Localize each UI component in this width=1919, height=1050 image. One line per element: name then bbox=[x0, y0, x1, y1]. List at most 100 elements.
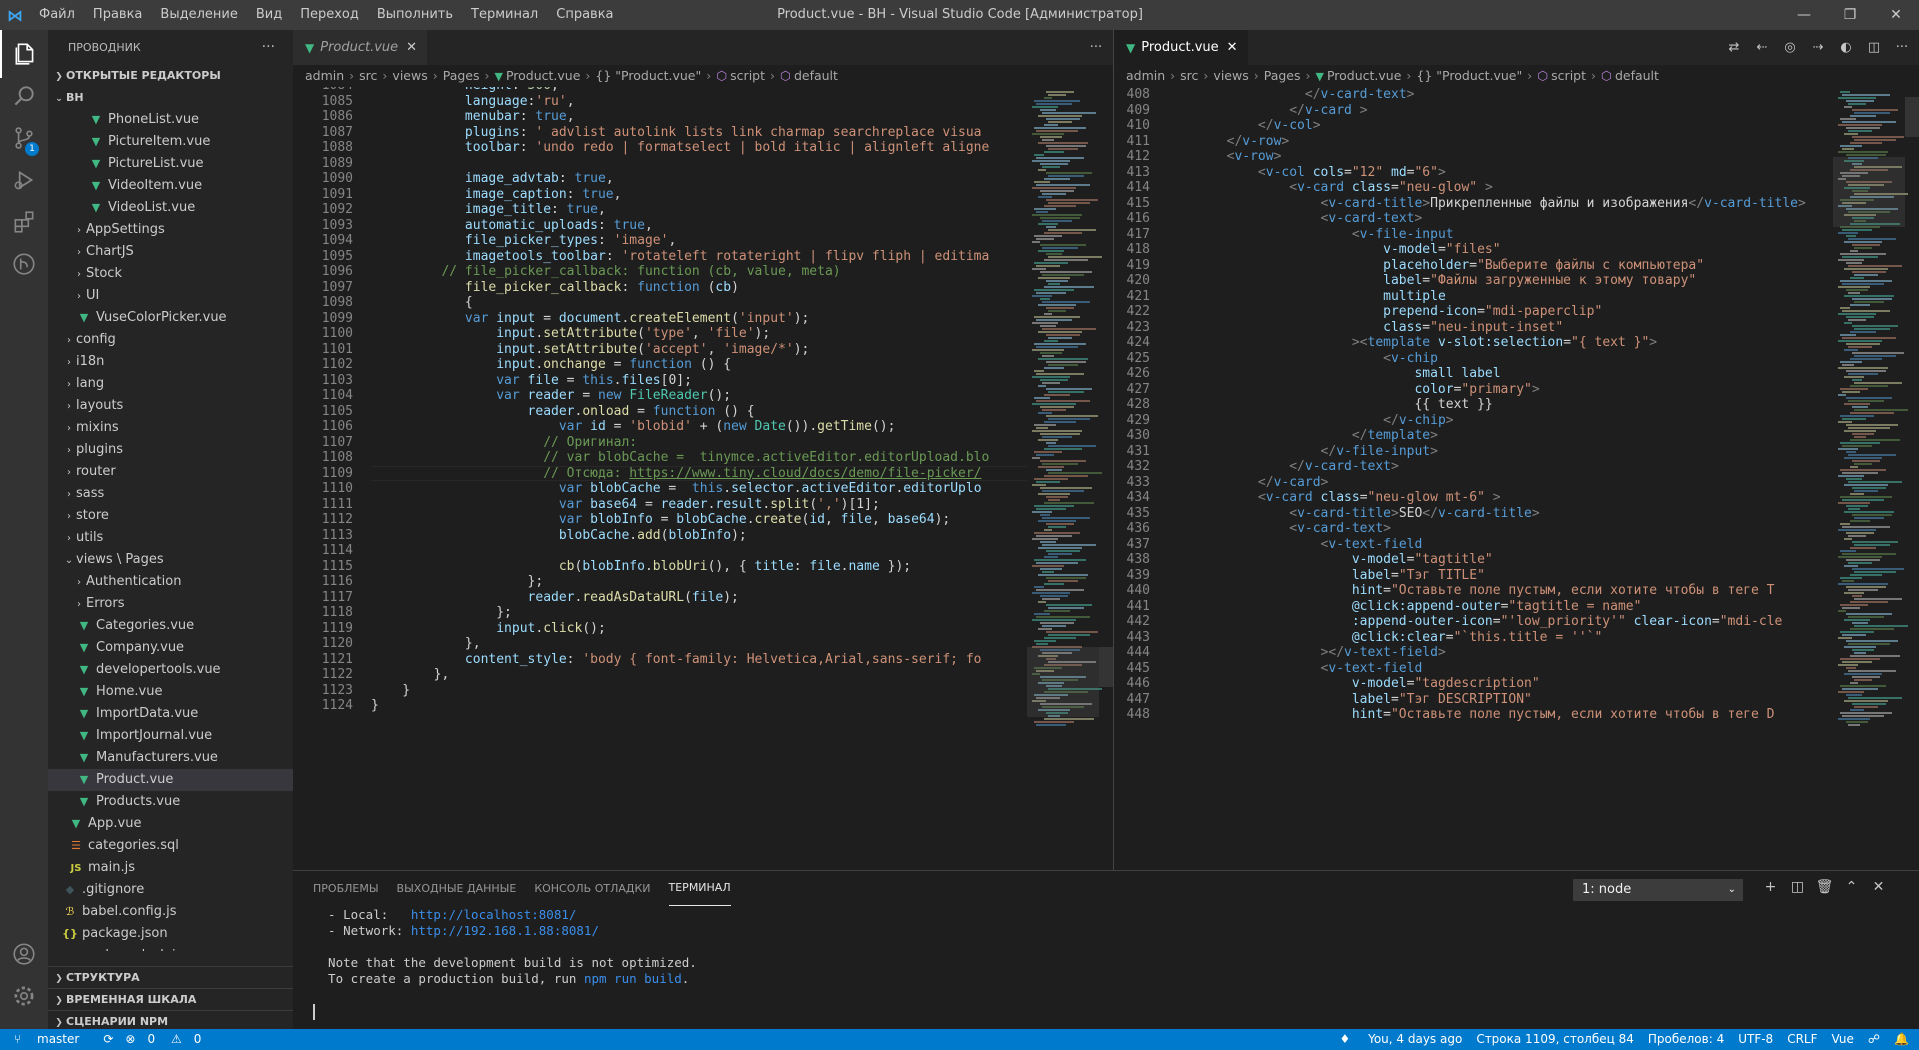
vertical-scrollbar[interactable] bbox=[1905, 97, 1919, 137]
tree-item[interactable]: ▼ Products.vue bbox=[48, 791, 293, 813]
code-area-left[interactable]: 1084 height: 500,1085 language:'ru',1086… bbox=[293, 87, 1113, 870]
tree-item[interactable]: › UI bbox=[48, 285, 293, 307]
tree-item[interactable]: ▼ VuseColorPicker.vue bbox=[48, 307, 293, 329]
end-of-line[interactable]: CRLF bbox=[1787, 1029, 1817, 1050]
code-area-right[interactable]: 408 </v-card-text> 409 </v-card >410 </v-… bbox=[1114, 87, 1919, 870]
close-tab-icon[interactable]: ✕ bbox=[1227, 40, 1238, 55]
cursor-position[interactable]: Строка 1109, столбец 84 bbox=[1476, 1029, 1634, 1050]
tree-item[interactable]: › AppSettings bbox=[48, 219, 293, 241]
panel-tab[interactable]: ПРОБЛЕМЫ bbox=[313, 871, 379, 906]
tree-item[interactable]: › lang bbox=[48, 373, 293, 395]
tree-item[interactable]: ℬbabel.config.js bbox=[48, 901, 293, 923]
tree-item[interactable]: ▼ Company.vue bbox=[48, 637, 293, 659]
breadcrumb-item[interactable]: src bbox=[359, 68, 377, 83]
more-actions-icon[interactable]: ··· bbox=[1087, 40, 1105, 55]
git-blame[interactable]: ♦ You, 4 days ago bbox=[1326, 1029, 1463, 1050]
live-share-icon[interactable]: ☍ bbox=[1868, 1029, 1880, 1050]
sync-icon[interactable]: ⟳ bbox=[103, 1029, 113, 1050]
tree-item[interactable]: ▼ VideoItem.vue bbox=[48, 175, 293, 197]
kill-terminal-icon[interactable]: 🗑 bbox=[1811, 879, 1838, 895]
tree-item[interactable]: ▼ PictureList.vue bbox=[48, 153, 293, 175]
tree-item[interactable]: ▼ ImportJournal.vue bbox=[48, 725, 293, 747]
tree-item[interactable]: › store bbox=[48, 505, 293, 527]
minimize-icon[interactable]: — bbox=[1781, 0, 1827, 30]
breadcrumb-item[interactable]: {} "Product.vue" bbox=[595, 68, 701, 83]
tree-item[interactable]: › Stock bbox=[48, 263, 293, 285]
problems-indicator[interactable]: ⊗ 0 ⚠ 0 bbox=[125, 1029, 213, 1050]
tree-item[interactable]: ▼ ImportData.vue bbox=[48, 703, 293, 725]
close-icon[interactable]: ✕ bbox=[1873, 0, 1919, 30]
split-terminal-icon[interactable]: ◫ bbox=[1784, 879, 1811, 895]
breadcrumb-item[interactable]: src bbox=[1180, 68, 1198, 83]
tree-item[interactable]: ▼ PictureItem.vue bbox=[48, 131, 293, 153]
tree-item[interactable]: › sass bbox=[48, 483, 293, 505]
breadcrumb-item[interactable]: Product.vue bbox=[506, 68, 580, 83]
breadcrumb-item[interactable]: views bbox=[1213, 68, 1248, 83]
sidebar-section[interactable]: ❯ СТРУКТУРА bbox=[48, 966, 293, 988]
search-icon[interactable] bbox=[0, 72, 48, 120]
language-mode[interactable]: Vue bbox=[1832, 1029, 1854, 1050]
open-changes-icon[interactable]: ⇄ bbox=[1725, 40, 1743, 55]
breadcrumb-item[interactable]: script bbox=[1551, 68, 1586, 83]
tree-item[interactable]: › i18n bbox=[48, 351, 293, 373]
more-actions-icon[interactable]: ··· bbox=[1893, 40, 1911, 55]
close-panel-icon[interactable]: ✕ bbox=[1865, 879, 1892, 895]
tree-item[interactable]: › router bbox=[48, 461, 293, 483]
open-editors-section[interactable]: ❯ ОТКРЫТЫЕ РЕДАКТОРЫ bbox=[48, 65, 293, 87]
split-editor-icon[interactable]: ◫ bbox=[1865, 40, 1883, 55]
menu-item[interactable]: Вид bbox=[247, 0, 291, 30]
sidebar-section[interactable]: ❯ ВРЕМЕННАЯ ШКАЛА bbox=[48, 988, 293, 1010]
settings-gear-icon[interactable] bbox=[0, 972, 48, 1020]
panel-tab[interactable]: ВЫХОДНЫЕ ДАННЫЕ bbox=[397, 871, 517, 906]
tree-item[interactable]: › layouts bbox=[48, 395, 293, 417]
tree-item[interactable]: {} package-lock.json bbox=[48, 945, 293, 951]
panel-tab[interactable]: КОНСОЛЬ ОТЛАДКИ bbox=[534, 871, 650, 906]
menu-item[interactable]: Выполнить bbox=[368, 0, 462, 30]
tree-item[interactable]: ▼ PhoneList.vue bbox=[48, 109, 293, 131]
menu-item[interactable]: Выделение bbox=[151, 0, 246, 30]
maximize-panel-icon[interactable]: ⌃ bbox=[1838, 879, 1865, 895]
tree-item[interactable]: ▼ Categories.vue bbox=[48, 615, 293, 637]
restore-icon[interactable]: ❐ bbox=[1827, 0, 1873, 30]
tree-item[interactable]: ▼ Manufacturers.vue bbox=[48, 747, 293, 769]
next-change-icon[interactable]: ⇢ bbox=[1809, 40, 1827, 55]
tree-item[interactable]: ◆ .gitignore bbox=[48, 879, 293, 901]
previous-change-icon[interactable]: ⇠ bbox=[1753, 40, 1771, 55]
breadcrumb-item[interactable]: default bbox=[1615, 68, 1659, 83]
run-debug-icon[interactable] bbox=[0, 156, 48, 204]
tree-item[interactable]: ▼ App.vue bbox=[48, 813, 293, 835]
toggle-blame-icon[interactable]: ◐ bbox=[1837, 40, 1855, 55]
terminal-output[interactable]: - Local: http://localhost:8081/ - Networ… bbox=[313, 907, 697, 1020]
explorer-icon[interactable] bbox=[0, 30, 48, 78]
tab-product-vue-right[interactable]: ▼ Product.vue ✕ bbox=[1114, 30, 1248, 65]
breadcrumb-item[interactable]: script bbox=[730, 68, 765, 83]
minimap-slider[interactable] bbox=[1027, 647, 1099, 717]
local-url-link[interactable]: http://localhost:8081/ bbox=[411, 907, 577, 922]
close-tab-icon[interactable]: ✕ bbox=[406, 40, 417, 55]
breadcrumb-item[interactable]: default bbox=[794, 68, 838, 83]
branch-indicator[interactable]: ⑂ master bbox=[14, 1029, 91, 1050]
git-graph-icon[interactable] bbox=[0, 240, 48, 288]
tree-item[interactable]: ▼ VideoList.vue bbox=[48, 197, 293, 219]
more-actions-icon[interactable]: ··· bbox=[262, 30, 275, 65]
workspace-root-section[interactable]: ⌄ BH bbox=[48, 87, 293, 109]
encoding[interactable]: UTF-8 bbox=[1738, 1029, 1773, 1050]
revision-icon[interactable]: ◎ bbox=[1781, 40, 1799, 55]
tree-item[interactable]: › mixins bbox=[48, 417, 293, 439]
accounts-icon[interactable] bbox=[0, 930, 48, 978]
tree-item[interactable]: ☰ categories.sql bbox=[48, 835, 293, 857]
terminal-select[interactable]: 1: node ⌄ bbox=[1573, 879, 1743, 901]
menu-item[interactable]: Файл bbox=[30, 0, 84, 30]
breadcrumb-item[interactable]: admin bbox=[305, 68, 344, 83]
minimap-slider[interactable] bbox=[1833, 157, 1905, 227]
tree-item[interactable]: JS main.js bbox=[48, 857, 293, 879]
menu-item[interactable]: Переход bbox=[291, 0, 368, 30]
breadcrumb-item[interactable]: Pages bbox=[1264, 68, 1301, 83]
breadcrumb-item[interactable]: views bbox=[392, 68, 427, 83]
network-url-link[interactable]: http://192.168.1.88:8081/ bbox=[411, 923, 599, 938]
menu-item[interactable]: Правка bbox=[84, 0, 151, 30]
vertical-scrollbar[interactable] bbox=[1099, 647, 1113, 687]
sidebar-section[interactable]: ❯ СЦЕНАРИИ NPM bbox=[48, 1010, 293, 1029]
minimap[interactable] bbox=[1027, 87, 1102, 870]
tree-item[interactable]: › Authentication bbox=[48, 571, 293, 593]
